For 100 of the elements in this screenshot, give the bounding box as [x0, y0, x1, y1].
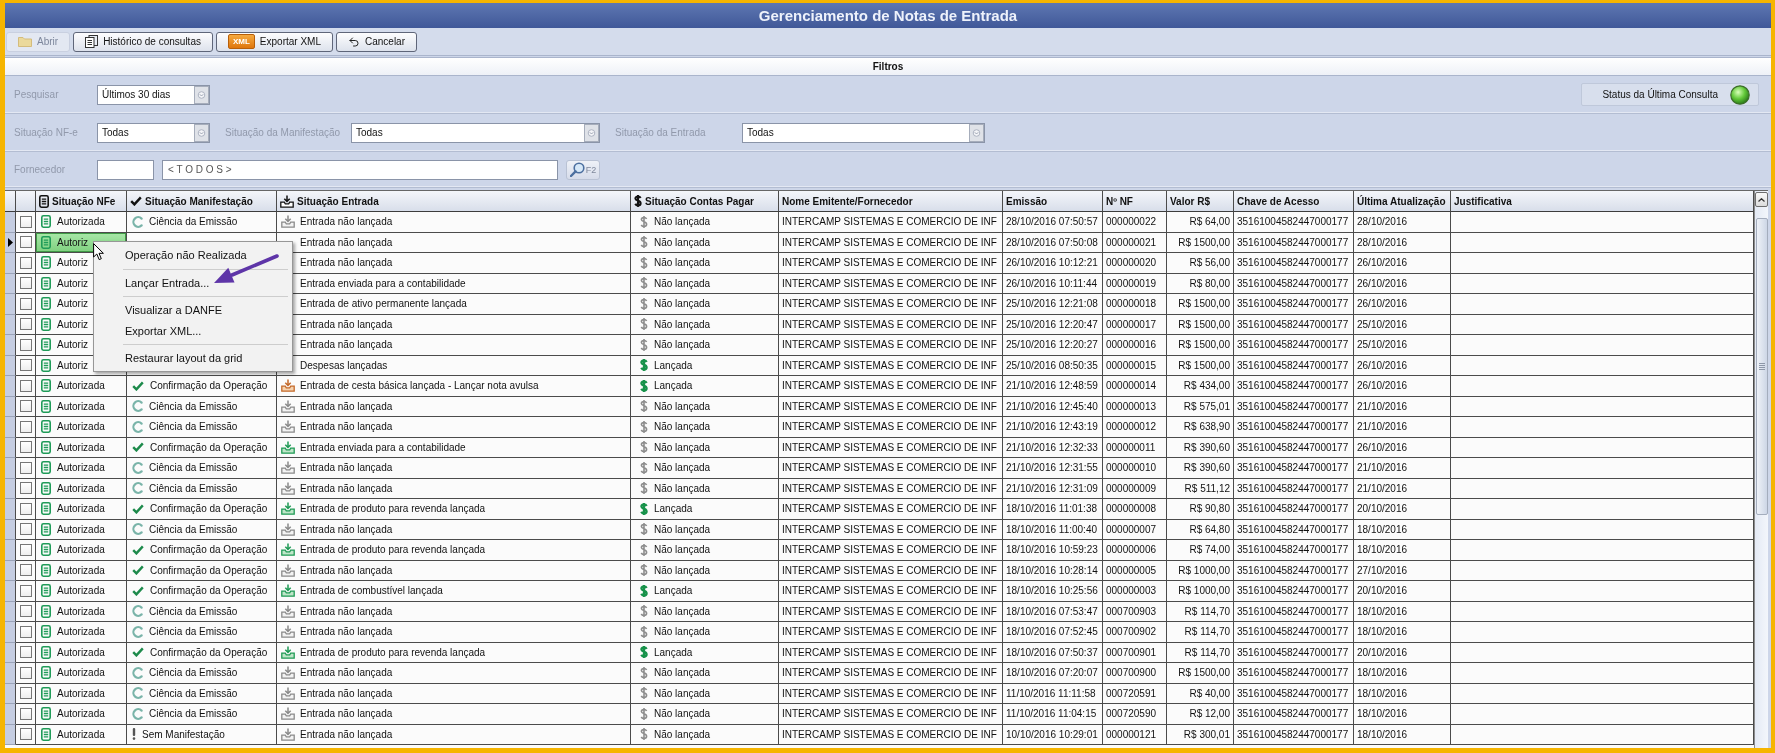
- scroll-up-button[interactable]: [1755, 192, 1768, 207]
- status-button[interactable]: Status da Última Consulta: [1581, 83, 1759, 106]
- row-checkbox[interactable]: [19, 523, 32, 536]
- status-text: Autorizada: [57, 687, 105, 699]
- column-header[interactable]: Valor R$: [1167, 191, 1234, 212]
- table-cell: 26/10/2016 10:12:21: [1003, 253, 1103, 274]
- row-checkbox[interactable]: [19, 297, 32, 310]
- menu-item[interactable]: Exportar XML...: [96, 320, 202, 341]
- status-text: Autorizada: [57, 482, 105, 494]
- status-text: Autorizada: [57, 646, 105, 658]
- document-icon: [41, 440, 51, 454]
- document-icon: [41, 727, 51, 741]
- row-checkbox[interactable]: [19, 687, 32, 700]
- table-cell: 11/10/2016 11:04:15: [1003, 704, 1103, 725]
- row-checkbox[interactable]: [19, 236, 32, 249]
- menu-item[interactable]: Lançar Entrada...: [96, 272, 210, 293]
- row-checkbox[interactable]: [19, 707, 32, 720]
- table-cell: 000000020: [1103, 253, 1167, 274]
- document-icon: [41, 666, 51, 680]
- dollar-icon: [640, 687, 648, 700]
- table-cell: 20/10/2016: [1354, 499, 1451, 520]
- column-header[interactable]: Situação Manifestação: [127, 191, 277, 212]
- status-text: Não lançada: [654, 544, 711, 556]
- row-checkbox[interactable]: [19, 379, 32, 392]
- supplier-code-input[interactable]: [97, 159, 154, 180]
- row-checkbox[interactable]: [19, 461, 32, 474]
- status-text: Ciência da Emissão: [149, 687, 238, 699]
- row-checkbox[interactable]: [19, 318, 32, 331]
- table-cell: 35161004582447000177: [1234, 642, 1354, 663]
- toolbar-button[interactable]: XML Exportar XML: [215, 31, 333, 52]
- dropdown-icon[interactable]: [584, 123, 599, 142]
- row-checkbox[interactable]: [19, 441, 32, 454]
- row-checkbox[interactable]: [19, 666, 32, 679]
- scrollbar-thumb[interactable]: [1755, 218, 1768, 515]
- status-text: Autorizada: [57, 462, 105, 474]
- row-checkbox[interactable]: [19, 584, 32, 597]
- status-text: Confirmação da Operação: [150, 503, 268, 515]
- dollar-icon: [640, 297, 648, 310]
- document-icon: [41, 317, 51, 331]
- column-header[interactable]: Situação Contas Pagar: [631, 191, 779, 212]
- document-icon: [41, 645, 51, 659]
- status-text: Entrada não lançada: [300, 564, 393, 576]
- toolbar-button[interactable]: Cancelar: [336, 31, 417, 52]
- row-checkbox[interactable]: [19, 646, 32, 659]
- row-checkbox[interactable]: [19, 215, 32, 228]
- period-select[interactable]: Últimos 30 dias: [97, 84, 210, 105]
- column-header[interactable]: Situação NFe: [36, 191, 127, 212]
- row-checkbox[interactable]: [19, 420, 32, 433]
- table-cell: 000000009: [1103, 478, 1167, 499]
- supplier-input[interactable]: < T O D O S >: [162, 159, 558, 180]
- column-header[interactable]: Última Atualização: [1354, 191, 1451, 212]
- row-checkbox[interactable]: [19, 502, 32, 515]
- menu-item[interactable]: Operação não Realizada: [96, 245, 247, 266]
- column-header[interactable]: Nome Emitente/Fornecedor: [779, 191, 1003, 212]
- row-checkbox[interactable]: [19, 728, 32, 741]
- document-icon: [41, 420, 51, 434]
- table-cell: INTERCAMP SISTEMAS E COMERCIO DE INF: [779, 622, 1003, 643]
- status-text: Não lançada: [654, 667, 711, 679]
- table-cell: 26/10/2016 10:11:44: [1003, 273, 1103, 294]
- check-icon: [130, 196, 142, 206]
- row-checkbox[interactable]: [19, 482, 32, 495]
- undo-icon: [348, 35, 360, 48]
- arc-icon: [132, 215, 143, 228]
- row-checkbox[interactable]: [19, 543, 32, 556]
- filter-select[interactable]: Todas: [351, 122, 600, 143]
- status-text: Entrada de produto para revenda lançada: [300, 544, 486, 556]
- table-cell: 000000121: [1103, 724, 1167, 745]
- column-header[interactable]: Chave de Acesso: [1234, 191, 1354, 212]
- row-checkbox[interactable]: [19, 605, 32, 618]
- status-text: Lançada: [654, 380, 693, 392]
- column-header[interactable]: Situação Entrada: [277, 191, 631, 212]
- toolbar-button[interactable]: Histórico de consultas: [73, 31, 213, 52]
- dropdown-icon[interactable]: [194, 85, 209, 104]
- dropdown-icon[interactable]: [194, 123, 209, 142]
- column-header[interactable]: Nº NF: [1103, 191, 1167, 212]
- arc-icon: [132, 605, 143, 618]
- row-checkbox[interactable]: [19, 338, 32, 351]
- row-checkbox[interactable]: [19, 625, 32, 638]
- column-header[interactable]: Emissão: [1003, 191, 1103, 212]
- document-icon: [41, 215, 51, 229]
- dropdown-icon[interactable]: [969, 123, 984, 142]
- document-icon: [41, 502, 51, 516]
- row-checkbox[interactable]: [19, 277, 32, 290]
- table-cell: 000000018: [1103, 294, 1167, 315]
- inbox-icon: [281, 543, 295, 557]
- dollar-icon: [640, 482, 648, 495]
- table-cell: 35161004582447000177: [1234, 581, 1354, 602]
- status-text: Entrada não lançada: [300, 708, 393, 720]
- row-checkbox[interactable]: [19, 400, 32, 413]
- row-checkbox[interactable]: [19, 564, 32, 577]
- row-checkbox[interactable]: [19, 256, 32, 269]
- dollar-icon: [640, 379, 648, 392]
- row-checkbox[interactable]: [19, 359, 32, 372]
- filter-select[interactable]: Todas: [742, 122, 985, 143]
- column-header[interactable]: Justificativa: [1451, 191, 1754, 212]
- status-text: Autorizada: [57, 626, 105, 638]
- menu-item[interactable]: Restaurar layout da grid: [96, 348, 243, 369]
- document-icon: [41, 256, 51, 270]
- menu-item[interactable]: Visualizar a DANFE: [96, 300, 222, 321]
- filter-select[interactable]: Todas: [97, 122, 210, 143]
